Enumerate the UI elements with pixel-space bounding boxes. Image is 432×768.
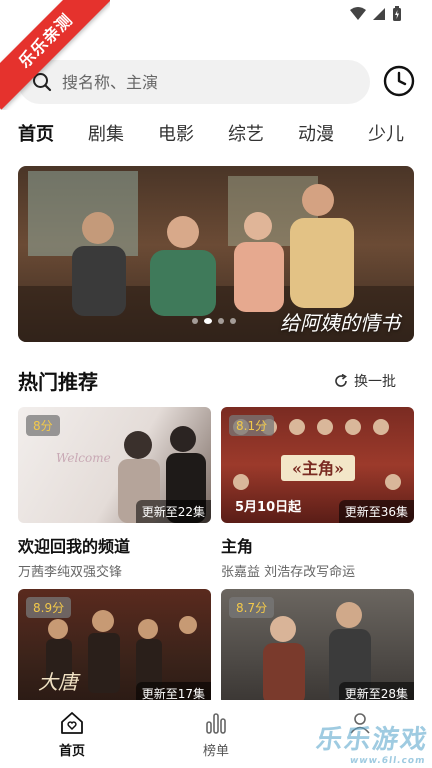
- video-card[interactable]: 8.7分 更新至28集: [221, 589, 414, 705]
- nav-ranking-label: 榜单: [202, 744, 229, 759]
- video-thumbnail: 8.7分 更新至28集: [221, 589, 414, 705]
- card-subtitle: 张嘉益 刘浩存改写命运: [221, 565, 356, 580]
- wifi-icon: [350, 7, 366, 20]
- carousel-dot[interactable]: [230, 318, 236, 324]
- tab-series[interactable]: 剧集: [88, 120, 124, 160]
- watermark: 乐乐游戏 www.6ll.com: [313, 719, 432, 766]
- bottom-nav: 首页 榜单 乐乐游戏 www.6ll.com: [0, 700, 432, 768]
- card-title: 欢迎回我的频道: [18, 537, 131, 556]
- corner-ribbon: 乐乐亲测: [0, 0, 110, 110]
- chart-icon: [206, 713, 226, 734]
- video-thumbnail: «主角» 5月10日起 8.1分 更新至36集: [221, 407, 414, 523]
- carousel-dots: [192, 318, 236, 324]
- video-card[interactable]: «主角» 5月10日起 8.1分 更新至36集 主角 张嘉益 刘浩存改写命运: [221, 407, 414, 580]
- svg-text:大唐: 大唐: [38, 670, 81, 694]
- history-icon[interactable]: [383, 65, 415, 97]
- video-thumbnail: 大唐 8.9分 更新至17集: [18, 589, 211, 705]
- status-icons: [350, 6, 402, 22]
- svg-text:Welcome: Welcome: [56, 451, 111, 465]
- score-badge: 8.9分: [26, 597, 72, 618]
- tab-home[interactable]: 首页: [18, 120, 54, 160]
- svg-text:«主角»: «主角»: [292, 459, 344, 478]
- video-card[interactable]: Welcome 8分 更新至22集 欢迎回我的频道 万茜李纯双强交锋: [18, 407, 211, 580]
- watermark-url: www.6ll.com: [349, 756, 427, 766]
- section-title: 热门推荐: [18, 370, 98, 394]
- battery-icon: [393, 6, 401, 21]
- refresh-button[interactable]: 换一批: [334, 371, 396, 391]
- video-card[interactable]: 大唐 8.9分 更新至17集: [18, 589, 211, 705]
- score-badge: 8.1分: [229, 415, 275, 436]
- featured-banner[interactable]: 给阿姨的情书: [18, 166, 414, 342]
- refresh-icon: [335, 373, 347, 387]
- update-badge: 更新至22集: [135, 500, 211, 523]
- refresh-label: 换一批: [354, 373, 396, 390]
- signal-icon: [373, 8, 385, 20]
- video-thumbnail: Welcome 8分 更新至22集: [18, 407, 211, 523]
- tab-kids[interactable]: 少儿: [368, 120, 404, 160]
- banner-title: 给阿姨的情书: [280, 311, 400, 335]
- carousel-dot[interactable]: [218, 318, 224, 324]
- svg-text:5月10日起: 5月10日起: [235, 499, 302, 515]
- tab-variety[interactable]: 综艺: [228, 120, 264, 160]
- section-header: 热门推荐 换一批: [18, 366, 396, 395]
- card-title: 主角: [221, 537, 254, 556]
- carousel-dot[interactable]: [192, 318, 198, 324]
- watermark-text: 乐乐游戏: [314, 725, 431, 755]
- ribbon-text: 乐乐亲测: [0, 0, 110, 110]
- tab-anime[interactable]: 动漫: [298, 120, 334, 160]
- carousel-dot[interactable]: [204, 318, 212, 324]
- card-subtitle: 万茜李纯双强交锋: [18, 565, 123, 580]
- nav-home-label: 首页: [58, 744, 85, 759]
- nav-ranking[interactable]: 榜单: [144, 700, 288, 768]
- update-badge: 更新至36集: [338, 500, 414, 523]
- home-icon: [61, 712, 83, 734]
- nav-home[interactable]: 首页: [0, 700, 144, 768]
- score-badge: 8分: [26, 415, 60, 436]
- category-tabs: 首页 剧集 电影 综艺 动漫 少儿: [18, 120, 432, 160]
- score-badge: 8.7分: [229, 597, 275, 618]
- tab-movie[interactable]: 电影: [158, 120, 194, 160]
